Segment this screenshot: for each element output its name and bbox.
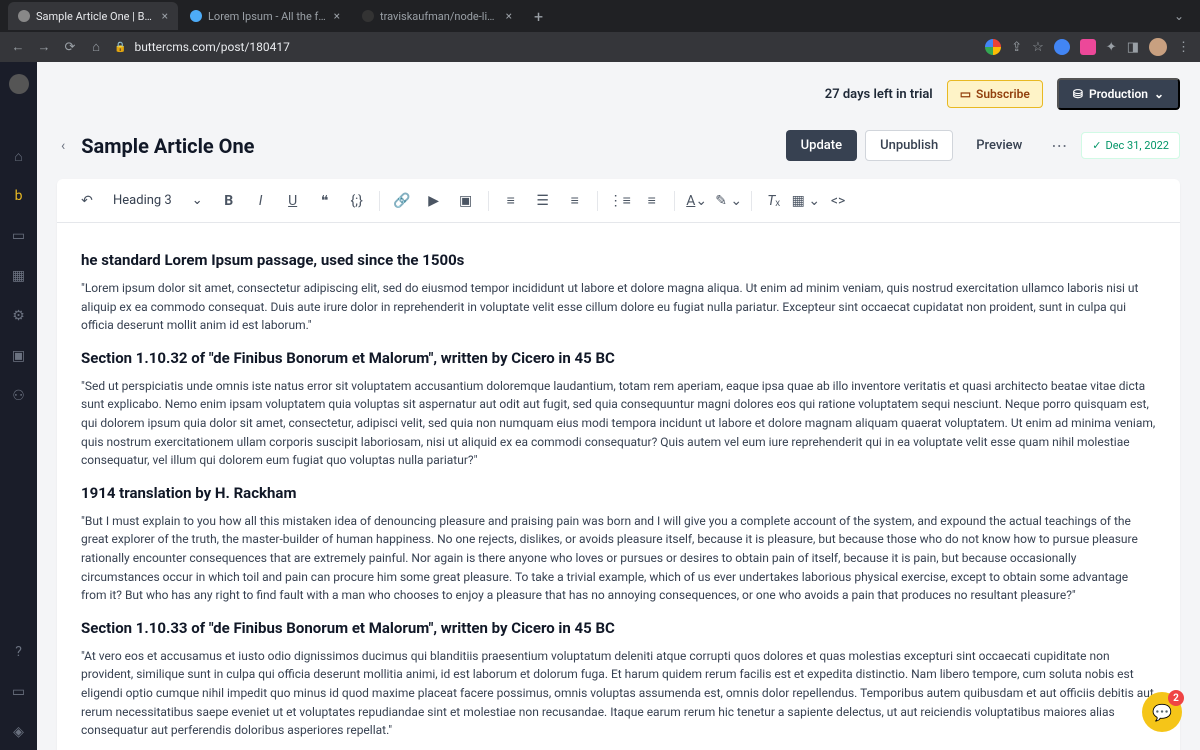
highlight-icon[interactable]: ✎ ⌄ bbox=[715, 187, 743, 215]
new-tab-button[interactable]: + bbox=[524, 7, 553, 26]
card-icon: ▭ bbox=[960, 87, 971, 101]
close-icon[interactable]: × bbox=[334, 9, 340, 23]
tab-title: Sample Article One | ButterCM bbox=[36, 10, 156, 23]
chat-button[interactable]: 💬 2 bbox=[1142, 692, 1182, 732]
docs-icon[interactable]: ▭ bbox=[1, 674, 37, 710]
clear-format-icon[interactable]: Tₓ bbox=[760, 187, 788, 215]
browser-tab[interactable]: Lorem Ipsum - All the facts - Li × bbox=[180, 2, 350, 30]
url-text: buttercms.com/post/180417 bbox=[134, 40, 289, 54]
media-icon[interactable]: ▣ bbox=[1, 338, 37, 374]
browser-tab-strip: Sample Article One | ButterCM × Lorem Ip… bbox=[0, 0, 1200, 32]
browser-toolbar: ← → ⟳ ⌂ 🔒 buttercms.com/post/180417 ⇪ ☆ … bbox=[0, 32, 1200, 62]
chevron-down-icon[interactable]: ⌄ bbox=[1174, 9, 1192, 23]
browser-actions: ⇪ ☆ ✦ ◨ ⋮ bbox=[985, 38, 1190, 56]
text-color-icon[interactable]: A ⌄ bbox=[683, 187, 711, 215]
more-icon[interactable]: ⋯ bbox=[1045, 136, 1073, 155]
browser-tab[interactable]: traviskaufman/node-lipsum: lip × bbox=[352, 2, 522, 30]
editor: ↶ Heading 3⌄ B I U ❝ {;} 🔗 ▶ ▣ ≡ ☰ ≡ ⋮≡ … bbox=[57, 179, 1180, 750]
unpublish-button[interactable]: Unpublish bbox=[865, 130, 953, 161]
layers-icon[interactable]: ◈ bbox=[1, 714, 37, 750]
browser-tab-active[interactable]: Sample Article One | ButterCM × bbox=[8, 2, 178, 30]
publish-date[interactable]: ✓Dec 31, 2022 bbox=[1081, 132, 1180, 159]
paragraph: "Lorem ipsum dolor sit amet, consectetur… bbox=[81, 279, 1156, 335]
subscribe-button[interactable]: ▭Subscribe bbox=[947, 80, 1043, 108]
bullet-list-icon[interactable]: ⋮≡ bbox=[606, 187, 634, 215]
logo-icon[interactable]: b bbox=[1, 178, 37, 214]
forward-icon[interactable]: → bbox=[36, 39, 52, 55]
lock-icon: 🔒 bbox=[114, 42, 126, 53]
menu-icon[interactable]: ⋮ bbox=[1177, 40, 1190, 55]
chevron-down-icon: ⌄ bbox=[1154, 87, 1164, 101]
panel-icon[interactable]: ◨ bbox=[1127, 40, 1139, 55]
html-icon[interactable]: <> bbox=[824, 187, 852, 215]
close-icon[interactable]: × bbox=[506, 9, 512, 23]
google-icon[interactable] bbox=[985, 39, 1001, 55]
bold-icon[interactable]: B bbox=[215, 187, 243, 215]
editor-body[interactable]: he standard Lorem Ipsum passage, used si… bbox=[57, 223, 1180, 750]
italic-icon[interactable]: I bbox=[247, 187, 275, 215]
quote-icon[interactable]: ❝ bbox=[311, 187, 339, 215]
heading: Section 1.10.33 of "de Finibus Bonorum e… bbox=[81, 619, 1156, 637]
home-icon[interactable]: ⌂ bbox=[1, 138, 37, 174]
side-rail: ⌂ b ▭ ▦ ⚙ ▣ ⚇ ? ▭ ◈ bbox=[0, 62, 37, 750]
favicon-icon bbox=[18, 10, 30, 22]
paragraph: "But I must explain to you how all this … bbox=[81, 512, 1156, 605]
extension-icon[interactable] bbox=[1080, 39, 1096, 55]
heading: Section 1.10.32 of "de Finibus Bonorum e… bbox=[81, 349, 1156, 367]
collections-icon[interactable]: ⚙ bbox=[1, 298, 37, 334]
chevron-down-icon: ⌄ bbox=[192, 193, 203, 208]
check-icon: ✓ bbox=[1092, 139, 1101, 152]
trial-text: 27 days left in trial bbox=[825, 87, 933, 102]
heading: 1914 translation by H. Rackham bbox=[81, 484, 1156, 502]
user-avatar[interactable] bbox=[9, 74, 29, 94]
heading: he standard Lorem Ipsum passage, used si… bbox=[81, 251, 1156, 269]
heading-select[interactable]: Heading 3⌄ bbox=[105, 193, 211, 208]
environment-button[interactable]: ⛁Production⌄ bbox=[1057, 78, 1180, 110]
users-icon[interactable]: ⚇ bbox=[1, 378, 37, 414]
pages-icon[interactable]: ▭ bbox=[1, 218, 37, 254]
extension-icon[interactable] bbox=[1054, 39, 1070, 55]
home-icon[interactable]: ⌂ bbox=[88, 39, 104, 55]
star-icon[interactable]: ☆ bbox=[1032, 40, 1044, 55]
underline-icon[interactable]: U bbox=[279, 187, 307, 215]
chat-icon: 💬 bbox=[1152, 703, 1172, 722]
chat-badge: 2 bbox=[1168, 690, 1184, 706]
back-button[interactable]: ‹ bbox=[57, 134, 69, 158]
favicon-icon bbox=[190, 10, 202, 22]
video-icon[interactable]: ▶ bbox=[420, 187, 448, 215]
undo-icon[interactable]: ↶ bbox=[73, 187, 101, 215]
close-icon[interactable]: × bbox=[162, 9, 168, 23]
table-icon[interactable]: ▦ ⌄ bbox=[792, 187, 820, 215]
main-content: 27 days left in trial ▭Subscribe ⛁Produc… bbox=[37, 62, 1200, 750]
tab-title: traviskaufman/node-lipsum: lip bbox=[380, 10, 500, 23]
help-icon[interactable]: ? bbox=[1, 634, 37, 670]
stack-icon: ⛁ bbox=[1073, 87, 1083, 101]
paragraph: "Sed ut perspiciatis unde omnis iste nat… bbox=[81, 377, 1156, 470]
align-left-icon[interactable]: ≡ bbox=[497, 187, 525, 215]
address-bar[interactable]: 🔒 buttercms.com/post/180417 bbox=[114, 40, 975, 54]
editor-toolbar: ↶ Heading 3⌄ B I U ❝ {;} 🔗 ▶ ▣ ≡ ☰ ≡ ⋮≡ … bbox=[57, 179, 1180, 223]
grid-icon[interactable]: ▦ bbox=[1, 258, 37, 294]
align-center-icon[interactable]: ☰ bbox=[529, 187, 557, 215]
code-icon[interactable]: {;} bbox=[343, 187, 371, 215]
paragraph: "At vero eos et accusamus et iusto odio … bbox=[81, 647, 1156, 740]
tab-title: Lorem Ipsum - All the facts - Li bbox=[208, 10, 328, 23]
extensions-icon[interactable]: ✦ bbox=[1106, 40, 1117, 55]
reload-icon[interactable]: ⟳ bbox=[62, 40, 78, 55]
align-right-icon[interactable]: ≡ bbox=[561, 187, 589, 215]
image-icon[interactable]: ▣ bbox=[452, 187, 480, 215]
profile-avatar[interactable] bbox=[1149, 38, 1167, 56]
update-button[interactable]: Update bbox=[786, 130, 857, 161]
link-icon[interactable]: 🔗 bbox=[388, 187, 416, 215]
number-list-icon[interactable]: ≡ bbox=[638, 187, 666, 215]
share-icon[interactable]: ⇪ bbox=[1011, 40, 1022, 55]
back-icon[interactable]: ← bbox=[10, 39, 26, 55]
page-title: Sample Article One bbox=[81, 134, 254, 158]
favicon-icon bbox=[362, 10, 374, 22]
preview-button[interactable]: Preview bbox=[961, 130, 1037, 161]
